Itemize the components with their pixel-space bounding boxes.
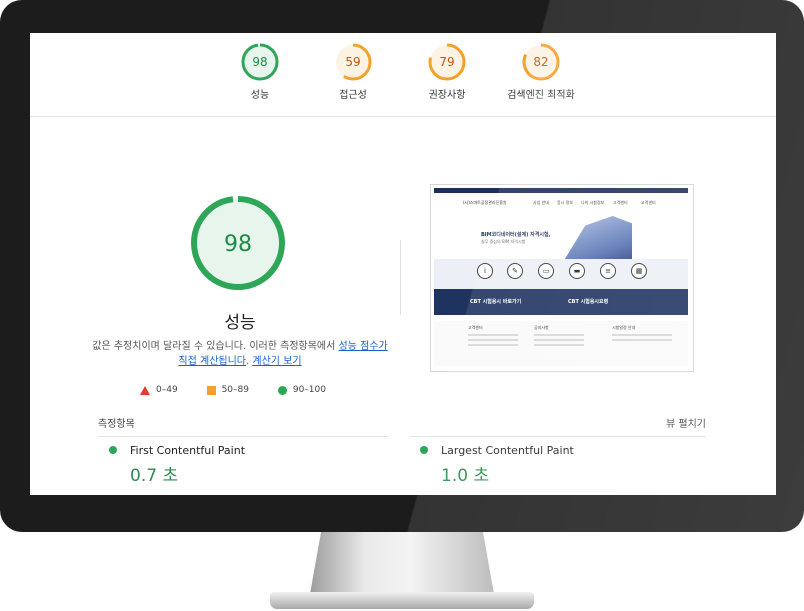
metrics-header: 측정항목 뷰 펼치기 xyxy=(98,411,706,435)
score-legend: 0–49 50–89 90–100 xyxy=(140,385,380,396)
performance-score: 98 xyxy=(224,232,252,257)
performance-title: 성능 xyxy=(224,313,256,333)
monitor-bezel: 98 성능 59 접근성 79 권장사항 82 검색엔진 최적화 98 성능 값… xyxy=(0,0,804,532)
divider xyxy=(410,436,706,437)
legend-average: 50–89 xyxy=(221,385,249,395)
gauge-label: 권장사항 xyxy=(428,90,466,101)
monitor-base xyxy=(270,592,534,609)
gauge-ring: 59 xyxy=(334,43,372,81)
thumb-col-title: 시험일정 안내 xyxy=(612,325,636,330)
image-icon: ▦ xyxy=(631,263,647,279)
divider xyxy=(98,436,388,437)
thumb-brand: (사)스마트공정관리진흥원 xyxy=(463,200,507,205)
gauge-score: 59 xyxy=(345,55,360,69)
gauge-ring: 79 xyxy=(428,43,466,81)
gauge-label: 성능 xyxy=(250,90,270,101)
gauge-score: 82 xyxy=(533,55,548,69)
gauge-accessibility[interactable]: 59 접근성 xyxy=(303,42,403,101)
gauge-score: 79 xyxy=(439,55,454,69)
thumb-hero-title: BIM코디네이터(설계) 자격시험, xyxy=(481,232,551,238)
gauge-label: 검색엔진 최적화 xyxy=(507,90,575,101)
performance-gauge: 98 xyxy=(188,193,288,297)
divider xyxy=(400,240,401,315)
thumb-nav-item: 고객센터 xyxy=(641,200,656,205)
gauge-label: 접근성 xyxy=(339,90,367,101)
thumb-nav-item: 나의 시험정보 xyxy=(581,200,605,205)
browser-screen: 98 성능 59 접근성 79 권장사항 82 검색엔진 최적화 98 성능 값… xyxy=(30,33,776,495)
gauge-best-practices[interactable]: 79 권장사항 xyxy=(397,42,497,101)
thumb-nav-item: 사업 안내 xyxy=(533,200,549,205)
building-image xyxy=(561,216,632,264)
gauge-score: 98 xyxy=(252,55,267,69)
metric-value: 0.7 초 xyxy=(130,466,179,486)
thumb-cbt-guide: CBT 시험응시요령 xyxy=(568,299,609,305)
thumb-col-title: 고객센터 xyxy=(468,325,483,330)
pass-circle-icon xyxy=(109,446,117,454)
description-text: 값은 추정치이며 달라질 수 있습니다. 이러한 측정항목에서 xyxy=(92,341,339,352)
metric-value: 1.0 초 xyxy=(441,466,490,486)
thumb-col: 시험일정 안내 xyxy=(612,325,672,341)
thumb-icon-row: i ✎ ▭ ▬ ≡ ▦ xyxy=(434,259,688,289)
thumb-nav: (사)스마트공정관리진흥원 사업 안내 응시 정보 나의 시험정보 고객센터 고… xyxy=(441,200,681,208)
gauge-performance[interactable]: 98 성능 xyxy=(210,42,310,101)
thumb-blue-bar: CBT 시험응시 바로가기 CBT 시험응시요령 xyxy=(434,289,688,315)
thumb-lower-section: 고객센터 공지사항 시험일정 안내 xyxy=(434,321,688,366)
performance-description: 값은 추정치이며 달라질 수 있습니다. 이러한 측정항목에서 성능 점수가 직… xyxy=(92,339,388,369)
pass-circle-icon xyxy=(277,385,287,395)
pass-circle-icon xyxy=(420,446,428,454)
monitor-icon: ▭ xyxy=(538,263,554,279)
legend-fail: 0–49 xyxy=(156,385,178,395)
thumb-hero: BIM코디네이터(설계) 자격시험, 실무 중심의 BIM 자격시험 xyxy=(434,213,688,264)
fail-triangle-icon xyxy=(140,385,150,395)
gauge-ring: 98 xyxy=(241,43,279,81)
gauge-ring: 82 xyxy=(522,43,560,81)
monitor-stand xyxy=(310,532,494,594)
page-screenshot-thumbnail: (사)스마트공정관리진흥원 사업 안내 응시 정보 나의 시험정보 고객센터 고… xyxy=(430,184,694,372)
card-icon: ▬ xyxy=(569,263,585,279)
thumb-col: 공지사항 xyxy=(534,325,584,346)
thumb-nav-item: 고객센터 xyxy=(613,200,628,205)
metrics-title: 측정항목 xyxy=(98,419,135,430)
pen-icon: ✎ xyxy=(507,263,523,279)
metric-name: Largest Contentful Paint xyxy=(441,444,574,457)
score-gauges: 98 성능 59 접근성 79 권장사항 82 검색엔진 최적화 xyxy=(30,33,776,117)
thumb-nav-item: 응시 정보 xyxy=(557,200,573,205)
thumb-cbt-link: CBT 시험응시 바로가기 xyxy=(470,299,522,305)
info-icon: i xyxy=(477,263,493,279)
metric-name: First Contentful Paint xyxy=(130,444,246,457)
thumb-col-title: 공지사항 xyxy=(534,325,549,330)
average-square-icon xyxy=(206,385,216,395)
expand-view-toggle[interactable]: 뷰 펼치기 xyxy=(666,415,706,430)
calculator-link[interactable]: 계산기 보기 xyxy=(252,356,301,367)
legend-pass: 90–100 xyxy=(292,385,326,395)
document-icon: ≡ xyxy=(600,263,616,279)
thumb-col: 고객센터 xyxy=(468,325,518,346)
gauge-seo[interactable]: 82 검색엔진 최적화 xyxy=(491,42,591,101)
thumb-hero-subtitle: 실무 중심의 BIM 자격시험 xyxy=(481,239,526,244)
thumb-topbar xyxy=(434,188,688,193)
